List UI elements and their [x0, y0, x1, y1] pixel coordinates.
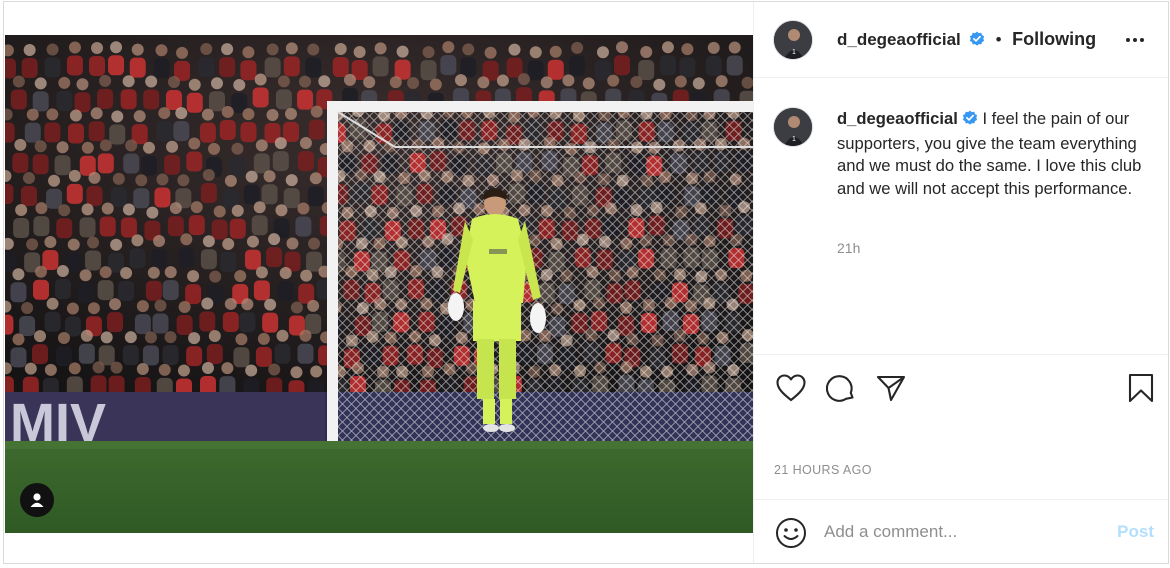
header-identity: d_degeaofficial • Following — [837, 29, 1096, 52]
post-header: 1 d_degeaofficial • Following — [754, 2, 1168, 78]
svg-text:1: 1 — [792, 49, 796, 56]
post-photo[interactable]: MIV — [5, 35, 753, 533]
goalkeeper-photo: MIV — [5, 35, 753, 533]
author-avatar[interactable]: 1 — [773, 20, 813, 60]
emoji-icon[interactable] — [774, 516, 808, 550]
caption-time[interactable]: 21h — [837, 240, 860, 256]
instagram-post-card: MIV 1 d_degeaofficial • Following 1 d_de… — [3, 1, 1169, 564]
heart-icon[interactable] — [774, 371, 808, 405]
separator-dot: • — [995, 30, 1002, 49]
svg-text:1: 1 — [792, 136, 796, 143]
comment-bar: Post — [754, 499, 1168, 563]
post-caption: d_degeaofficial I feel the pain of our s… — [837, 108, 1162, 200]
post-timestamp[interactable]: 21 HOURS AGO — [774, 463, 872, 477]
following-button[interactable]: Following — [1012, 29, 1096, 49]
verified-badge-icon — [962, 110, 978, 133]
caption-username[interactable]: d_degeaofficial — [837, 109, 958, 128]
author-username[interactable]: d_degeaofficial — [837, 30, 961, 49]
bookmark-icon[interactable] — [1124, 371, 1158, 405]
action-bar — [754, 354, 1168, 502]
user-tag-icon — [28, 491, 46, 509]
more-options-icon[interactable] — [1120, 28, 1150, 52]
caption-author-avatar[interactable]: 1 — [773, 107, 813, 147]
post-comment-button[interactable]: Post — [1117, 522, 1154, 542]
tagged-users-button[interactable] — [20, 483, 54, 517]
post-sidebar: 1 d_degeaofficial • Following 1 d_degeao… — [753, 2, 1168, 563]
comment-input[interactable] — [824, 520, 1104, 544]
paper-plane-icon[interactable] — [874, 371, 908, 405]
verified-badge-icon — [969, 31, 985, 52]
comment-icon[interactable] — [824, 371, 858, 405]
